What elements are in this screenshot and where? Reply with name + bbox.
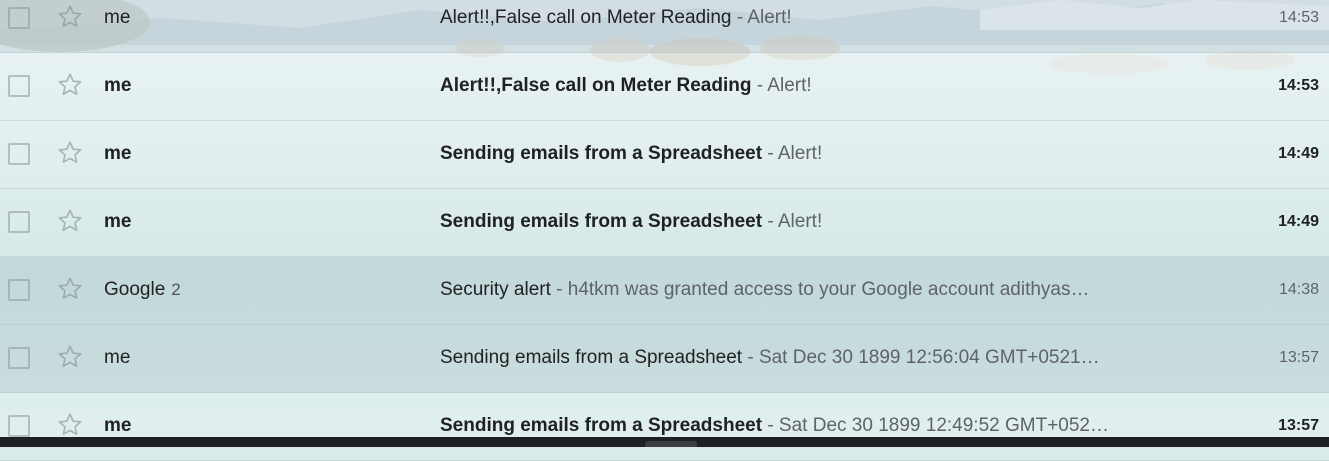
email-time: 14:53 (1278, 77, 1319, 94)
sender-name: me (104, 415, 132, 436)
sender-name: me (104, 7, 131, 28)
scroll-handle[interactable] (645, 441, 697, 447)
sender-name: me (104, 211, 132, 232)
email-list: me Alert!!,False call on Meter Reading - … (0, 0, 1329, 461)
sender-name: me (104, 347, 131, 368)
checkbox-icon[interactable] (8, 143, 30, 165)
email-time: 14:38 (1278, 281, 1319, 298)
email-row[interactable]: me Sending emails from a Spreadsheet - Al… (0, 189, 1329, 257)
sender-name: Google (104, 279, 166, 300)
email-subject: Sending emails from a Spreadsheet (440, 143, 763, 164)
email-row[interactable]: me Sending emails from a Spreadsheet - Al… (0, 121, 1329, 189)
star-icon[interactable] (56, 207, 84, 235)
email-subject: Sending emails from a Spreadsheet (440, 347, 743, 368)
star-icon[interactable] (56, 139, 84, 167)
star-icon[interactable] (56, 275, 84, 303)
star-icon[interactable] (56, 411, 84, 439)
checkbox-icon[interactable] (8, 7, 30, 29)
email-snippet: - Sat Dec 30 1899 12:49:52 GMT+052… (762, 415, 1110, 436)
email-snippet: - Alert! (731, 7, 792, 28)
email-sender: me (104, 75, 137, 97)
email-subject-line: Security alert - h4tkm was granted acces… (440, 279, 1165, 301)
email-time: 13:57 (1278, 349, 1319, 366)
star-icon[interactable] (56, 71, 84, 99)
sender-name: me (104, 75, 132, 96)
bottom-toolbar (0, 437, 1329, 447)
email-subject: Alert!!,False call on Meter Reading (440, 75, 752, 96)
checkbox-icon[interactable] (8, 75, 30, 97)
email-subject-line: Sending emails from a Spreadsheet - Aler… (440, 211, 1165, 233)
star-icon[interactable] (56, 3, 84, 31)
email-subject: Security alert (440, 279, 551, 300)
email-row[interactable]: me Alert!!,False call on Meter Reading - … (0, 53, 1329, 121)
email-subject: Sending emails from a Spreadsheet (440, 415, 763, 436)
email-time: 14:53 (1278, 9, 1319, 26)
email-subject: Alert!!,False call on Meter Reading (440, 7, 732, 28)
email-sender: Google 2 (104, 279, 181, 301)
email-sender: me (104, 347, 136, 369)
email-snippet: - Alert! (751, 75, 812, 96)
email-time: 14:49 (1278, 145, 1319, 162)
email-subject-line: Sending emails from a Spreadsheet - Aler… (440, 143, 1165, 165)
email-sender: me (104, 415, 137, 437)
email-sender: me (104, 7, 136, 29)
email-subject-line: Sending emails from a Spreadsheet - Sat … (440, 415, 1165, 437)
email-snippet: - Alert! (762, 143, 823, 164)
checkbox-icon[interactable] (8, 211, 30, 233)
email-row[interactable]: me Sending emails from a Spreadsheet - Sa… (0, 393, 1329, 461)
email-subject: Sending emails from a Spreadsheet (440, 211, 763, 232)
email-sender: me (104, 211, 137, 233)
checkbox-icon[interactable] (8, 415, 30, 437)
checkbox-icon[interactable] (8, 347, 30, 369)
email-snippet: - Sat Dec 30 1899 12:56:04 GMT+0521… (742, 347, 1100, 368)
email-row[interactable]: me Alert!!,False call on Meter Reading - … (0, 0, 1329, 53)
email-row[interactable]: me Sending emails from a Spreadsheet - Sa… (0, 325, 1329, 393)
email-subject-line: Sending emails from a Spreadsheet - Sat … (440, 347, 1165, 369)
email-row[interactable]: Google 2 Security alert - h4tkm was grante… (0, 257, 1329, 325)
email-time: 14:49 (1278, 213, 1319, 230)
sender-name: me (104, 143, 132, 164)
email-snippet: - Alert! (762, 211, 823, 232)
email-sender: me (104, 143, 137, 165)
checkbox-icon[interactable] (8, 279, 30, 301)
thread-count: 2 (171, 280, 181, 299)
email-snippet: - h4tkm was granted access to your Googl… (550, 279, 1090, 300)
star-icon[interactable] (56, 343, 84, 371)
email-subject-line: Alert!!,False call on Meter Reading - Al… (440, 75, 1165, 97)
email-subject-line: Alert!!,False call on Meter Reading - Al… (440, 7, 1165, 29)
email-time: 13:57 (1278, 417, 1319, 434)
